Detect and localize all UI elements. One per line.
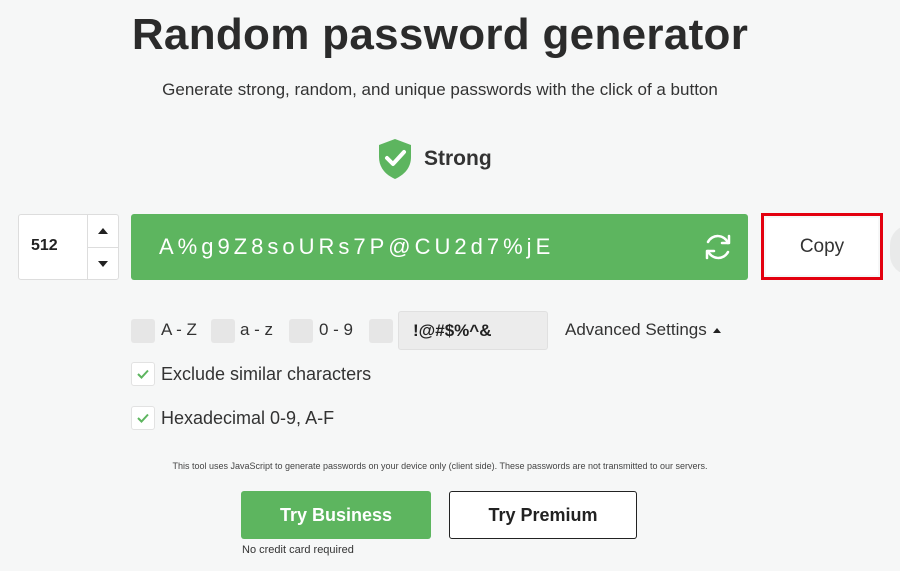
symbols-input[interactable]: !@#$%^& xyxy=(398,311,548,350)
uppercase-checkbox[interactable] xyxy=(131,319,155,343)
hexadecimal-option[interactable]: Hexadecimal 0-9, A-F xyxy=(131,406,334,430)
no-credit-card-note: No credit card required xyxy=(242,544,354,556)
copy-button[interactable]: Copy xyxy=(766,218,878,275)
exclude-similar-label: Exclude similar characters xyxy=(161,363,372,384)
lowercase-label: a - z xyxy=(240,320,274,339)
caret-down-icon xyxy=(98,260,108,267)
length-decrement-button[interactable] xyxy=(88,247,118,279)
advanced-settings-toggle[interactable]: Advanced Settings xyxy=(565,320,721,340)
side-widget[interactable] xyxy=(890,225,900,275)
refresh-icon[interactable] xyxy=(702,231,734,263)
length-value[interactable]: 512 xyxy=(31,237,58,255)
length-increment-button[interactable] xyxy=(88,215,118,247)
advanced-settings-label: Advanced Settings xyxy=(565,320,707,339)
strength-label: Strong xyxy=(424,147,492,170)
caret-up-icon xyxy=(712,327,721,333)
disclaimer-text: This tool uses JavaScript to generate pa… xyxy=(172,461,708,471)
digits-checkbox[interactable] xyxy=(289,319,313,343)
caret-up-icon xyxy=(98,228,108,234)
exclude-similar-option[interactable]: Exclude similar characters xyxy=(131,362,371,386)
checkmark-icon xyxy=(137,413,149,423)
exclude-similar-checkbox[interactable] xyxy=(131,362,155,386)
lowercase-checkbox[interactable] xyxy=(211,319,235,343)
checkmark-icon xyxy=(137,369,149,379)
length-input[interactable]: 512 xyxy=(18,214,119,280)
page-subtitle: Generate strong, random, and unique pass… xyxy=(162,80,718,99)
strength-indicator: Strong xyxy=(376,136,492,182)
symbols-checkbox[interactable] xyxy=(369,319,393,343)
try-premium-button[interactable]: Try Premium xyxy=(449,491,637,539)
page-title: Random password generator xyxy=(131,10,749,59)
hexadecimal-checkbox[interactable] xyxy=(131,406,155,430)
uppercase-label: A - Z xyxy=(161,320,197,339)
shield-check-icon xyxy=(379,139,411,179)
character-options: A - Z a - z 0 - 9 !@#$%^& Advanced Setti… xyxy=(131,310,751,350)
hexadecimal-label: Hexadecimal 0-9, A-F xyxy=(161,407,335,428)
password-text[interactable]: A%g9Z8soURs7P@CU2d7%jE xyxy=(159,234,554,260)
try-business-button[interactable]: Try Business xyxy=(241,491,431,539)
password-display[interactable]: A%g9Z8soURs7P@CU2d7%jE xyxy=(131,214,748,280)
length-stepper[interactable] xyxy=(87,215,118,279)
digits-label: 0 - 9 xyxy=(319,320,354,339)
